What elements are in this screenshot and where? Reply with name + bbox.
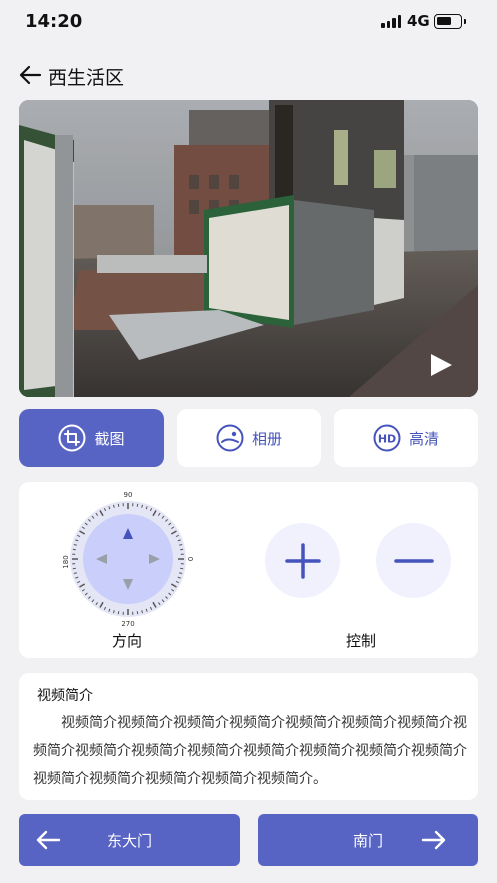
dial-label-top: 90 [124,491,133,499]
battery-icon [434,14,466,29]
dial-label-bottom: 270 [121,620,134,628]
minus-icon [393,558,434,563]
status-bar: 14:20 4G [0,0,497,44]
next-gate-label: 南门 [353,832,384,850]
zoom-in-button[interactable] [265,523,340,598]
dial-tick [72,567,76,570]
direction-dial[interactable]: 90 270 180 0 [63,490,193,628]
crop-icon [58,424,86,452]
intro-title: 视频简介 [37,688,93,704]
prev-gate-button[interactable]: 东大门 [19,814,240,866]
direction-label: 方向 [112,632,143,650]
control-label: 控制 [346,632,377,650]
arrow-right-icon [421,830,446,850]
page-title: 西生活区 [48,67,125,89]
album-button[interactable]: 相册 [177,409,321,467]
network-type: 4G [407,12,430,30]
dial-tick [72,548,76,551]
prev-gate-label: 东大门 [107,832,153,850]
dial-tick [136,503,139,507]
dial-tick [117,611,120,615]
status-time: 14:20 [25,11,83,32]
hd-label: 高清 [408,429,439,448]
screenshot-button[interactable]: 截图 [19,409,164,467]
control-panel: 90 270 180 0 方向 控制 [19,482,478,658]
dial-tick [136,611,139,615]
dial-label-left: 180 [63,555,70,568]
next-gate-button[interactable]: 南门 [258,814,478,866]
nav-bar: 西生活区 [0,56,497,94]
video-player[interactable] [19,100,478,397]
dial-tick [180,548,184,551]
screenshot-label: 截图 [94,429,125,448]
street-view-image [19,100,478,397]
play-icon[interactable] [429,353,453,377]
signal-icon [381,15,401,28]
back-arrow-icon[interactable] [18,64,42,86]
album-icon [216,424,244,452]
zoom-out-button[interactable] [376,523,451,598]
dial-tick [117,503,120,507]
hd-button[interactable]: HD 高清 [334,409,478,467]
intro-body: 视频简介视频简介视频简介视频简介视频简介视频简介视频简介视频简介视频简介视频简介… [33,715,467,787]
album-label: 相册 [251,429,282,448]
hd-icon: HD [373,424,401,452]
video-intro-card: 视频简介 视频简介视频简介视频简介视频简介视频简介视频简介视频简介视频简介视频简… [19,673,478,800]
svg-text:HD: HD [378,433,396,446]
plus-icon [284,542,321,579]
dial-tick [180,567,184,570]
dial-label-right: 0 [186,557,193,561]
arrow-left-icon [36,830,61,850]
